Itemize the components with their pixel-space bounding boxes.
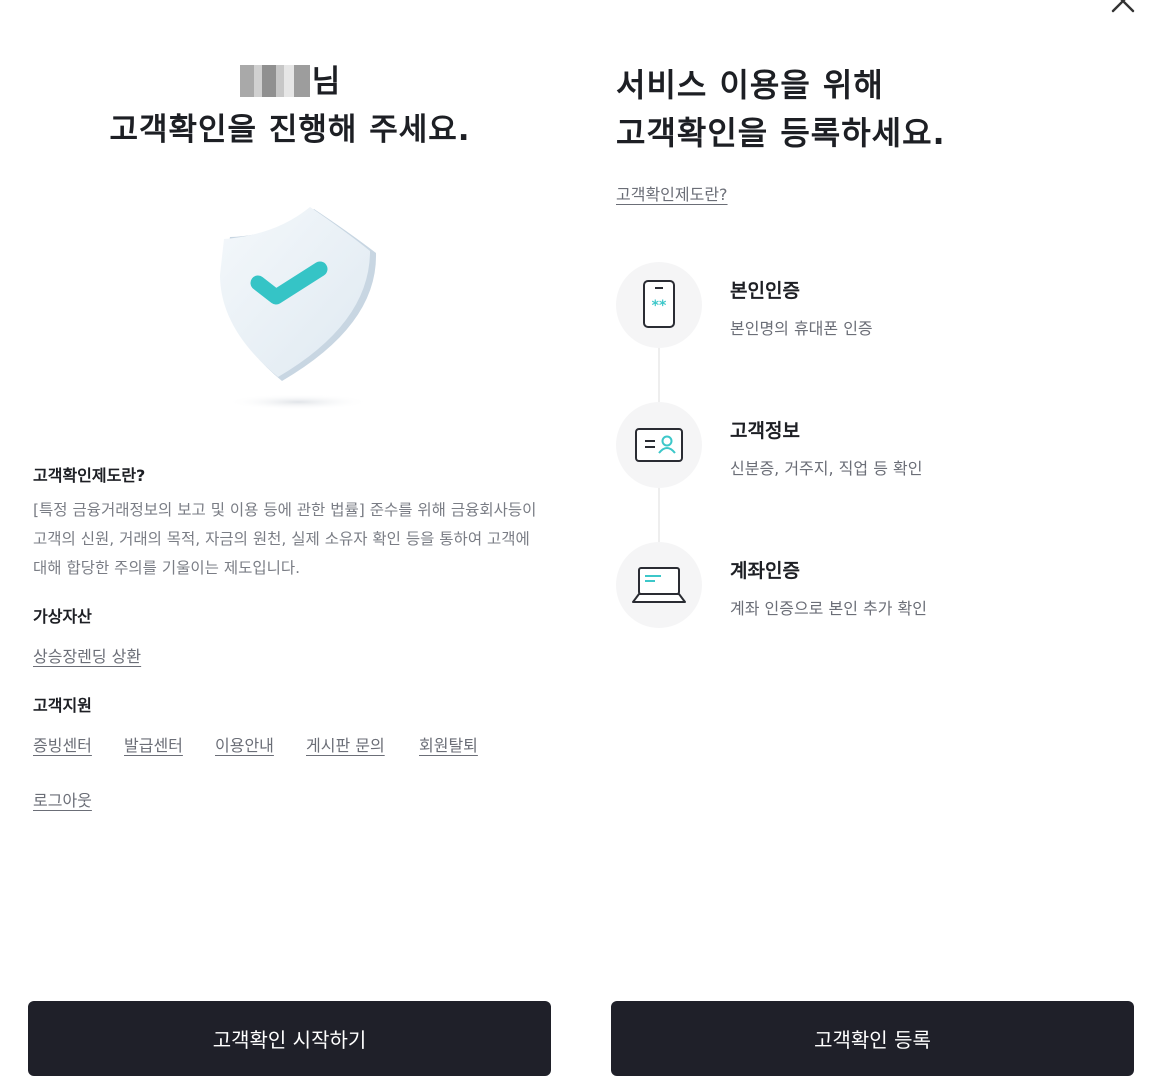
step-account-title: 계좌인증 [730, 560, 800, 582]
close-icon [1111, 0, 1135, 13]
support-link-board[interactable]: 게시판 문의 [306, 732, 385, 756]
support-link-guide[interactable]: 이용안내 [215, 732, 274, 756]
crypto-title: 가상자산 [33, 607, 92, 626]
greeting-suffix: 님 [311, 64, 341, 100]
redacted-name [239, 65, 310, 97]
info-title: 고객확인제도란? [33, 466, 146, 485]
support-link-withdraw[interactable]: 회원탈퇴 [419, 732, 478, 756]
step-identity-desc: 본인명의 휴대폰 인증 [730, 319, 873, 338]
step-identity-title: 본인인증 [730, 280, 800, 302]
info-body: [특정 금융거래정보의 보고 및 이용 등에 관한 법률] 준수를 위해 금융회… [33, 501, 537, 577]
svg-text:**: ** [652, 298, 667, 314]
register-verification-button[interactable]: 고객확인 등록 [611, 1001, 1134, 1076]
laptop-icon [632, 567, 686, 603]
id-card-icon [635, 428, 683, 462]
support-title: 고객지원 [33, 696, 92, 715]
greeting-title: 고객확인을 진행해 주세요. [109, 112, 471, 148]
start-verification-button[interactable]: 고객확인 시작하기 [28, 1001, 551, 1076]
info-link[interactable]: 고객확인제도란? [616, 181, 728, 205]
register-title-line2: 고객확인을 등록하세요. [616, 114, 946, 152]
register-title-line1: 서비스 이용을 위해 [616, 66, 884, 104]
support-link-evidence[interactable]: 증빙센터 [33, 732, 92, 756]
support-link-issue[interactable]: 발급센터 [124, 732, 183, 756]
shield-check-icon [220, 207, 377, 410]
left-panel: 님 고객확인을 진행해 주세요. 고객확인제도란? [특정 금융거래정보의 보고… [0, 0, 580, 1083]
greeting-name: 님 [0, 60, 580, 104]
logout-link[interactable]: 로그아웃 [33, 787, 92, 811]
step-info-desc: 신분증, 거주지, 직업 등 확인 [730, 459, 923, 478]
step-account-desc: 계좌 인증으로 본인 추가 확인 [730, 599, 927, 618]
phone-icon: ** [643, 280, 675, 328]
step-identity-icon-wrap: ** [616, 262, 702, 348]
step-info-title: 고객정보 [730, 420, 800, 442]
step-account-icon-wrap [616, 542, 702, 628]
step-info-icon-wrap [616, 402, 702, 488]
close-button[interactable] [1106, 0, 1140, 18]
lending-repay-link[interactable]: 상승장렌딩 상환 [33, 643, 141, 667]
